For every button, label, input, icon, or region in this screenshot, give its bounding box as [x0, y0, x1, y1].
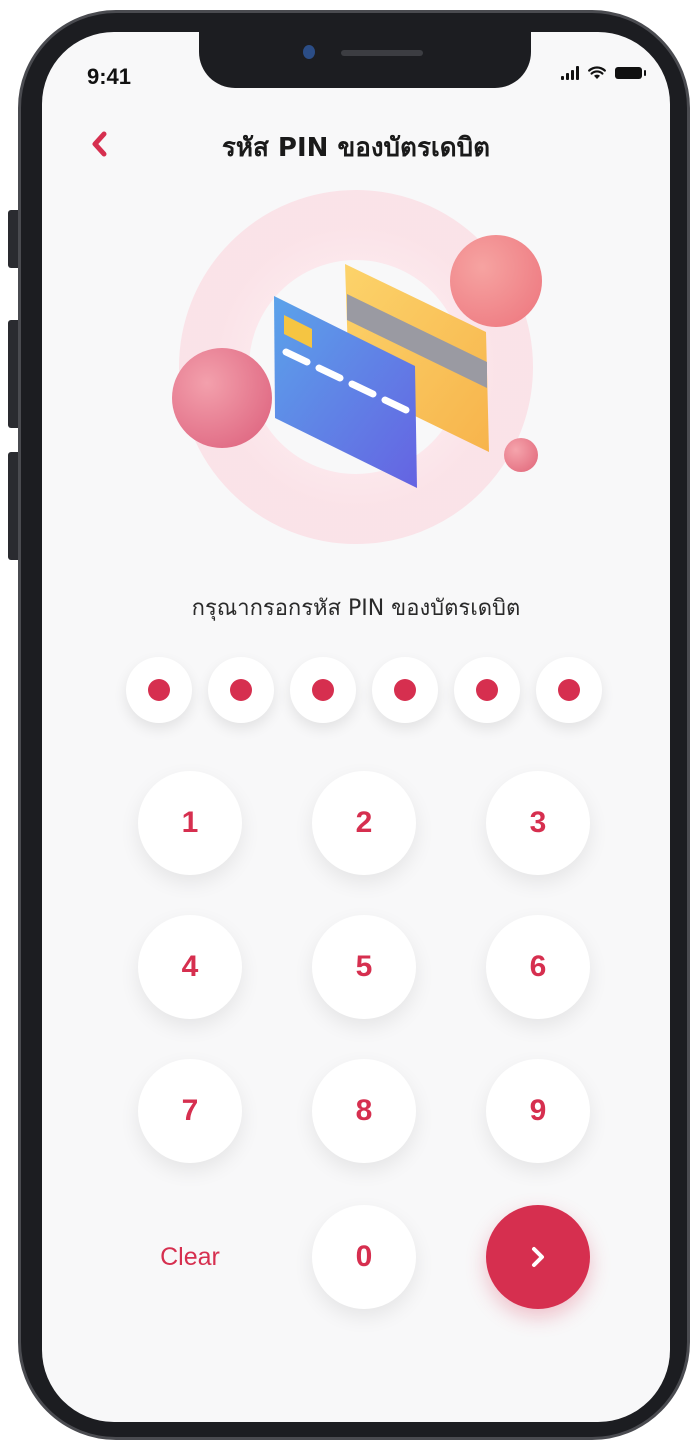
key-8[interactable]: 8 [312, 1059, 416, 1163]
key-7[interactable]: 7 [138, 1059, 242, 1163]
chevron-right-icon [532, 1247, 544, 1267]
key-6[interactable]: 6 [486, 915, 590, 1019]
key-0[interactable]: 0 [312, 1205, 416, 1309]
key-3[interactable]: 3 [486, 771, 590, 875]
pin-indicators [42, 32, 670, 752]
volume-up-button [8, 320, 18, 428]
screen: 9:41 รหัส PIN ของบัตรเดบิต กรุณากรอกรหัส… [42, 32, 670, 1422]
key-5[interactable]: 5 [312, 915, 416, 1019]
pin-dot [126, 657, 192, 723]
key-1[interactable]: 1 [138, 771, 242, 875]
mute-switch [8, 210, 18, 268]
next-button[interactable] [486, 1205, 590, 1309]
pin-dot [372, 657, 438, 723]
pin-dot [290, 657, 356, 723]
pin-dot [208, 657, 274, 723]
pin-dot [536, 657, 602, 723]
key-9[interactable]: 9 [486, 1059, 590, 1163]
volume-down-button [8, 452, 18, 560]
clear-button[interactable]: Clear [138, 1205, 242, 1309]
pin-dot [454, 657, 520, 723]
key-2[interactable]: 2 [312, 771, 416, 875]
key-4[interactable]: 4 [138, 915, 242, 1019]
